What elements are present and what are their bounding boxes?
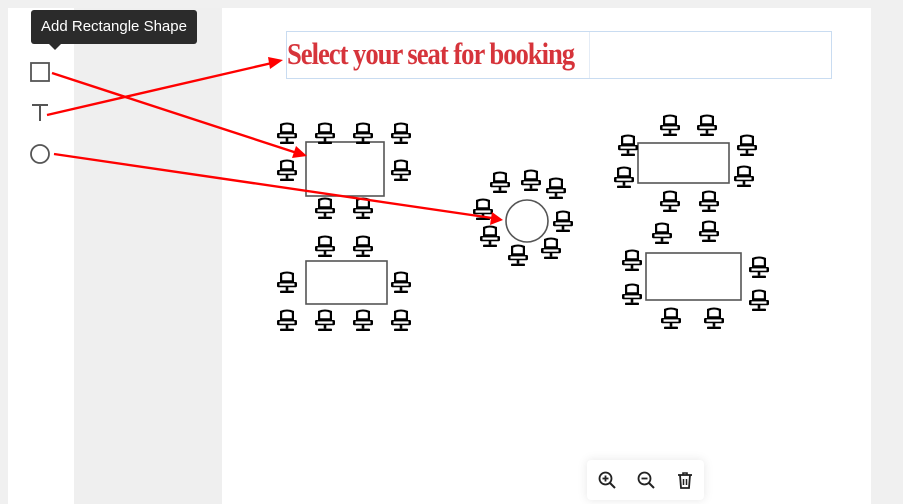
arrowhead: [490, 212, 503, 225]
chair-icon[interactable]: [315, 235, 335, 258]
table-group-left: [305, 141, 388, 305]
chair-icon[interactable]: [277, 159, 297, 182]
chair-icon[interactable]: [315, 197, 335, 220]
chair-icon[interactable]: [697, 114, 717, 137]
zoom-in-icon: [598, 471, 616, 489]
arrowhead: [292, 146, 307, 158]
table-rectangle[interactable]: [645, 252, 742, 301]
chair-icon[interactable]: [391, 122, 411, 145]
chair-icon[interactable]: [622, 283, 642, 306]
delete-button[interactable]: [672, 467, 698, 493]
chair-icon[interactable]: [704, 307, 724, 330]
table-group-right: [637, 142, 742, 301]
chair-icon[interactable]: [277, 122, 297, 145]
seat-map: [46, 57, 769, 332]
chair-icon[interactable]: [546, 177, 566, 200]
chair-icon[interactable]: [315, 309, 335, 332]
chair-icon[interactable]: [553, 210, 573, 233]
chair-icon[interactable]: [749, 256, 769, 279]
chair-icon[interactable]: [622, 249, 642, 272]
trash-icon: [677, 472, 692, 489]
table-group-round: [505, 199, 549, 243]
chair-icon[interactable]: [737, 134, 757, 157]
arrowhead: [268, 57, 283, 69]
zoom-in-button[interactable]: [594, 467, 620, 493]
chair-icon[interactable]: [749, 289, 769, 312]
chair-icon[interactable]: [490, 171, 510, 194]
chair-icon[interactable]: [315, 122, 335, 145]
chair-icon[interactable]: [541, 237, 561, 260]
chair-icon[interactable]: [391, 271, 411, 294]
zoom-controls: [587, 460, 704, 500]
chair-icon[interactable]: [734, 165, 754, 188]
table-rectangle[interactable]: [305, 260, 388, 305]
chair-icon[interactable]: [391, 309, 411, 332]
chair-icon[interactable]: [508, 244, 528, 267]
chair-icon[interactable]: [699, 190, 719, 213]
chair-icon[interactable]: [614, 166, 634, 189]
zoom-out-button[interactable]: [633, 467, 659, 493]
chair-icon[interactable]: [618, 134, 638, 157]
annotation-arrows: [46, 57, 503, 225]
chair-icon[interactable]: [661, 307, 681, 330]
chair-icon[interactable]: [660, 190, 680, 213]
chair-icon[interactable]: [277, 271, 297, 294]
chair-icon[interactable]: [480, 225, 500, 248]
chair-icon[interactable]: [391, 159, 411, 182]
chair-icon[interactable]: [353, 309, 373, 332]
chair-icon[interactable]: [699, 220, 719, 243]
chair-icon[interactable]: [521, 169, 541, 192]
table-round[interactable]: [505, 199, 549, 243]
table-rectangle[interactable]: [637, 142, 730, 184]
chair-icon[interactable]: [277, 309, 297, 332]
chair-icon[interactable]: [652, 222, 672, 245]
table-rectangle[interactable]: [305, 141, 385, 197]
chair-icon[interactable]: [353, 235, 373, 258]
chair-icon[interactable]: [660, 114, 680, 137]
chair-icon[interactable]: [353, 122, 373, 145]
zoom-out-icon: [637, 471, 655, 489]
arrow-circle-to-round-table: [53, 152, 493, 220]
app-frame: Add Rectangle Shape Select your seat for…: [0, 0, 903, 504]
